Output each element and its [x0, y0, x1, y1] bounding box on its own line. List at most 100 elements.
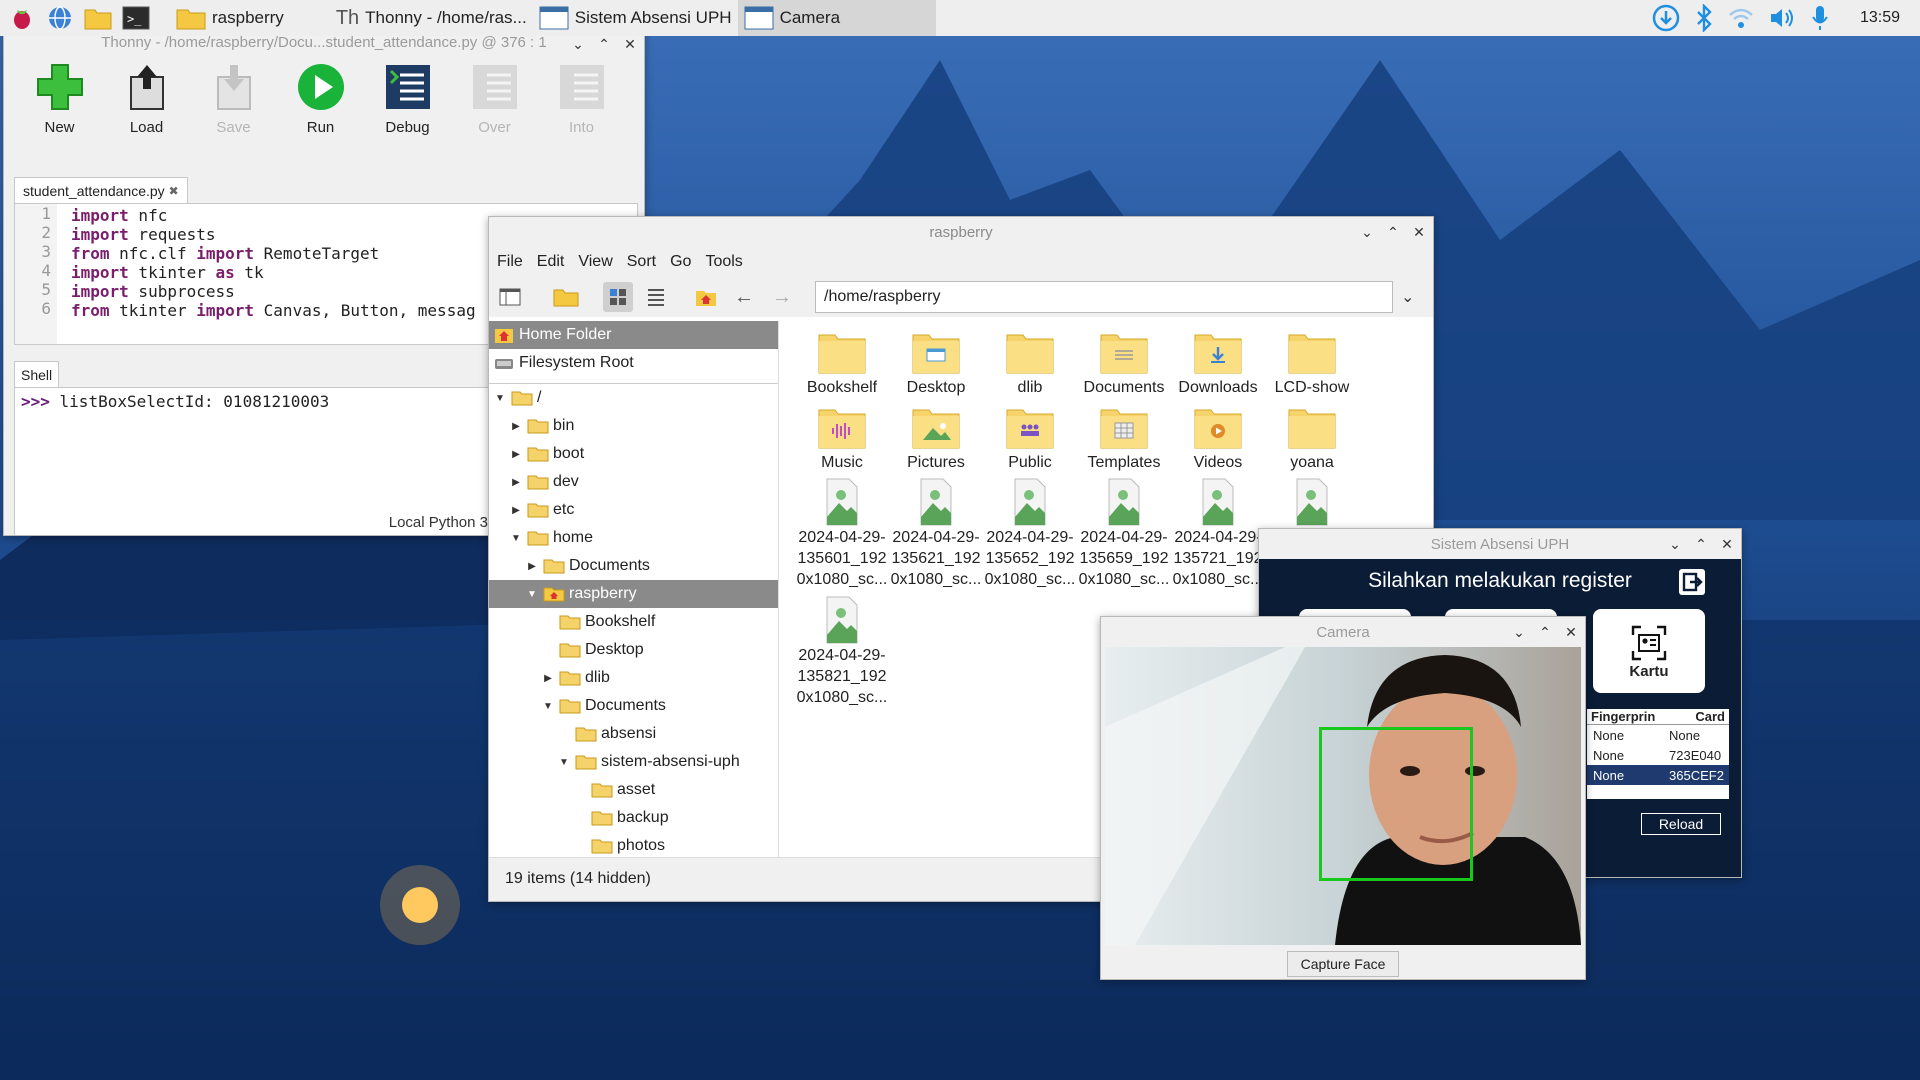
file-item[interactable]: 2024-04-29-135821_192 0x1080_sc... [795, 595, 889, 709]
folder-item[interactable]: LCD-show [1265, 327, 1359, 398]
tree-item-boot[interactable]: ▶ boot [489, 440, 778, 468]
expand-right-icon[interactable]: ▶ [509, 477, 523, 488]
menu-item-edit[interactable]: Edit [537, 253, 565, 271]
step-into-button[interactable]: Into [548, 61, 615, 165]
web-browser-icon[interactable] [44, 3, 76, 33]
tree-item-etc[interactable]: ▶ etc [489, 496, 778, 524]
expand-down-icon[interactable]: ▼ [525, 589, 539, 600]
file-item[interactable]: 2024-04-29-135721_192 0x1080_sc... [1171, 477, 1265, 591]
task-raspberry[interactable]: raspberry [170, 0, 290, 36]
new-folder-icon[interactable] [551, 282, 581, 312]
folder-item[interactable]: Music [795, 402, 889, 473]
icon-view-icon[interactable] [603, 282, 633, 312]
table-row[interactable]: None 365CEF2 [1587, 765, 1729, 785]
task-camera[interactable]: Camera [737, 0, 936, 36]
minimize-icon[interactable]: ⌄ [1511, 624, 1527, 641]
expand-right-icon[interactable]: ▶ [525, 561, 539, 572]
reload-button[interactable]: Reload [1641, 813, 1721, 835]
file-manager-titlebar[interactable]: raspberry ⌄ ⌃ ✕ [489, 217, 1433, 247]
maximize-icon[interactable]: ⌃ [596, 36, 612, 53]
forward-arrow-icon[interactable]: → [767, 282, 797, 312]
new-button[interactable]: New [26, 61, 93, 165]
code-text[interactable]: import nfc import requests from nfc.clf im… [71, 206, 476, 320]
table-row[interactable]: None None [1587, 725, 1729, 745]
expand-right-icon[interactable]: ▶ [509, 449, 523, 460]
tree-item-dlib[interactable]: ▶ dlib [489, 664, 778, 692]
tree-item-home[interactable]: ▼ home [489, 524, 778, 552]
folder-item[interactable]: Downloads [1171, 327, 1265, 398]
terminal-icon[interactable]: >_ [120, 3, 152, 33]
folder-item[interactable]: dlib [983, 327, 1077, 398]
home-icon[interactable] [691, 282, 721, 312]
task-sistem-absensi[interactable]: Sistem Absensi UPH [533, 0, 738, 36]
tree-item-bin[interactable]: ▶ bin [489, 412, 778, 440]
file-item[interactable]: 2024-04-29-135659_192 0x1080_sc... [1077, 477, 1171, 591]
tree-item-backup[interactable]: backup [489, 804, 778, 832]
table-row[interactable]: None 723E040 [1587, 745, 1729, 765]
absensi-titlebar[interactable]: Sistem Absensi UPH ⌄ ⌃ ✕ [1259, 529, 1741, 559]
tree-item-bookshelf[interactable]: Bookshelf [489, 608, 778, 636]
toggle-sidebar-icon[interactable] [495, 282, 525, 312]
folder-item[interactable]: yoana [1265, 402, 1359, 473]
folder-item[interactable]: Documents [1077, 327, 1171, 398]
file-item[interactable]: 2024-04-29-135621_192 0x1080_sc... [889, 477, 983, 591]
tree-item-desktop[interactable]: Desktop [489, 636, 778, 664]
load-button[interactable]: Load [113, 61, 180, 165]
close-icon[interactable]: ✕ [1563, 624, 1579, 641]
task-thonny[interactable]: Th Thonny - /home/ras... [330, 0, 533, 36]
menu-item-view[interactable]: View [578, 253, 612, 271]
save-button[interactable]: Save [200, 61, 267, 165]
card-option-button[interactable]: Kartu [1593, 609, 1705, 693]
expand-right-icon[interactable]: ▶ [509, 421, 523, 432]
maximize-icon[interactable]: ⌃ [1537, 624, 1553, 641]
tree-item-asset[interactable]: asset [489, 776, 778, 804]
menu-item-file[interactable]: File [497, 253, 523, 271]
folder-item[interactable]: Templates [1077, 402, 1171, 473]
expand-right-icon[interactable]: ▶ [509, 505, 523, 516]
expand-down-icon[interactable]: ▼ [509, 533, 523, 544]
minimize-icon[interactable]: ⌄ [1667, 536, 1683, 553]
expand-down-icon[interactable]: ▼ [557, 757, 571, 768]
menu-item-tools[interactable]: Tools [705, 253, 742, 271]
tree-item-documents[interactable]: ▼ Documents [489, 692, 778, 720]
folder-item[interactable]: Desktop [889, 327, 983, 398]
folder-item[interactable]: Pictures [889, 402, 983, 473]
maximize-icon[interactable]: ⌃ [1693, 536, 1709, 553]
update-icon[interactable] [1652, 4, 1680, 32]
interpreter-label[interactable]: Local Python 3 [389, 514, 488, 531]
camera-titlebar[interactable]: Camera ⌄ ⌃ ✕ [1101, 617, 1585, 647]
list-view-icon[interactable] [641, 282, 671, 312]
file-item[interactable]: 2024-04-29-135601_192 0x1080_sc... [795, 477, 889, 591]
close-icon[interactable]: ✕ [1719, 536, 1735, 553]
minimize-icon[interactable]: ⌄ [1359, 224, 1375, 241]
tree-item-photos[interactable]: photos [489, 832, 778, 860]
place-home-folder[interactable]: Home Folder [489, 321, 778, 349]
tree-item-dev[interactable]: ▶ dev [489, 468, 778, 496]
editor-tab[interactable]: student_attendance.py ✖ [14, 177, 188, 203]
debug-button[interactable]: Debug [374, 61, 441, 165]
folder-item[interactable]: Videos [1171, 402, 1265, 473]
tree-item-documents[interactable]: ▶ Documents [489, 552, 778, 580]
tree-item-root[interactable]: ▼ / [489, 384, 778, 412]
place-filesystem-root[interactable]: Filesystem Root [489, 349, 778, 377]
back-arrow-icon[interactable]: ← [729, 282, 759, 312]
shell-tab[interactable]: Shell [14, 361, 60, 387]
step-over-button[interactable]: Over [461, 61, 528, 165]
tree-item-absensi[interactable]: absensi [489, 720, 778, 748]
logout-icon[interactable] [1679, 569, 1705, 595]
file-item[interactable]: 2024-04-29-135652_192 0x1080_sc... [983, 477, 1077, 591]
raspberry-menu-icon[interactable] [6, 3, 38, 33]
volume-icon[interactable] [1768, 6, 1796, 30]
close-icon[interactable]: ✕ [622, 36, 638, 53]
menu-item-sort[interactable]: Sort [627, 253, 656, 271]
menu-item-go[interactable]: Go [670, 253, 691, 271]
tab-close-icon[interactable]: ✖ [169, 184, 179, 198]
chevron-down-icon[interactable]: ⌄ [1401, 287, 1414, 307]
expand-down-icon[interactable]: ▼ [541, 701, 555, 712]
run-button[interactable]: Run [287, 61, 354, 165]
folder-item[interactable]: Public [983, 402, 1077, 473]
maximize-icon[interactable]: ⌃ [1385, 224, 1401, 241]
capture-face-button[interactable]: Capture Face [1287, 951, 1399, 977]
expand-down-icon[interactable]: ▼ [493, 393, 507, 404]
path-input[interactable]: /home/raspberry [815, 281, 1393, 313]
